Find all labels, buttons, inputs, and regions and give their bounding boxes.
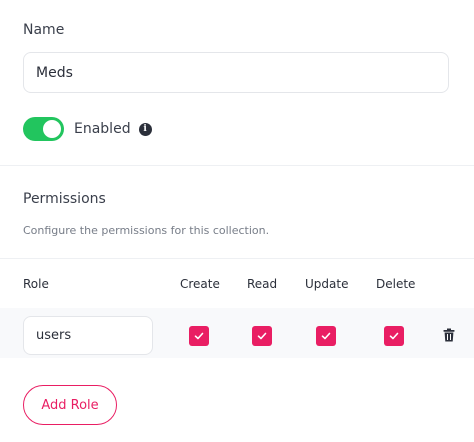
check-icon — [194, 332, 204, 340]
check-icon — [257, 332, 267, 340]
column-header-role: Role — [23, 277, 49, 291]
role-input-value: users — [36, 328, 72, 343]
create-checkbox[interactable] — [189, 326, 209, 346]
add-role-button[interactable]: Add Role — [23, 385, 117, 425]
table-row: users — [0, 308, 474, 358]
column-header-update: Update — [305, 277, 349, 291]
permissions-table-header: Role Create Read Update Delete — [0, 258, 474, 309]
toggle-knob — [43, 120, 61, 138]
name-input-value: Meds — [36, 64, 73, 81]
enabled-row: Enabled i — [23, 117, 152, 141]
delete-checkbox[interactable] — [384, 326, 404, 346]
column-header-delete: Delete — [376, 277, 416, 291]
section-divider — [0, 165, 474, 166]
name-label: Name — [23, 22, 65, 38]
permissions-description: Configure the permissions for this colle… — [23, 224, 270, 237]
name-input[interactable]: Meds — [23, 52, 449, 93]
trash-icon[interactable] — [443, 328, 455, 342]
check-icon — [321, 332, 331, 340]
info-icon[interactable]: i — [138, 122, 152, 136]
enabled-label: Enabled — [74, 121, 131, 137]
column-header-create: Create — [180, 277, 220, 291]
column-header-read: Read — [247, 277, 278, 291]
read-checkbox[interactable] — [252, 326, 272, 346]
role-input[interactable]: users — [23, 316, 153, 355]
update-checkbox[interactable] — [316, 326, 336, 346]
check-icon — [389, 332, 399, 340]
enabled-toggle[interactable] — [23, 117, 64, 141]
permissions-title: Permissions — [23, 191, 106, 207]
